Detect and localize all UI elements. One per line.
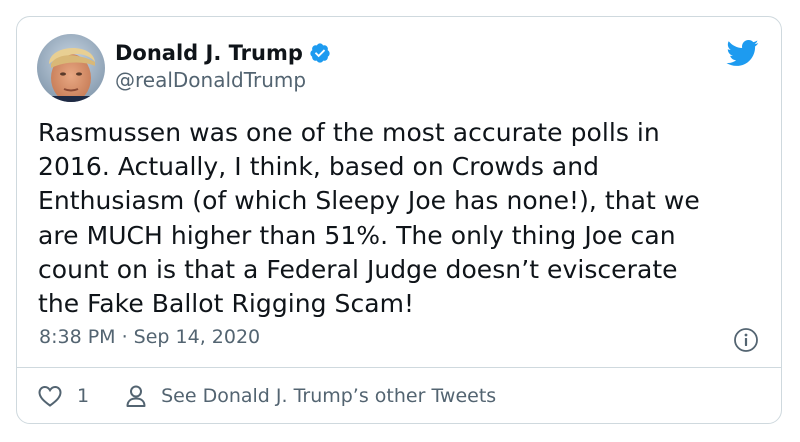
divider [17, 367, 781, 368]
see-other-tweets-label: See Donald J. Trump’s other Tweets [161, 385, 497, 407]
heart-icon [37, 384, 63, 408]
like-count: 1 [77, 385, 90, 407]
tweet-text: Rasmussen was one of the most accurate p… [38, 118, 700, 319]
tweet-card[interactable]: Donald J. Trump @realDonaldTrump Rasmuss… [16, 16, 782, 424]
display-name[interactable]: Donald J. Trump [115, 41, 303, 65]
avatar-image [37, 34, 105, 102]
info-icon[interactable] [733, 327, 759, 353]
avatar[interactable] [37, 34, 105, 102]
tweet-timestamp[interactable]: 8:38 PM · Sep 14, 2020 [39, 326, 260, 348]
verified-badge-icon [309, 42, 331, 64]
like-button[interactable]: 1 [37, 384, 89, 408]
author-name-row[interactable]: Donald J. Trump [115, 39, 331, 67]
tweet-actions: 1 See Donald J. Trump’s other Tweets [37, 381, 496, 411]
person-icon [125, 384, 147, 408]
twitter-bird-icon[interactable] [725, 39, 759, 67]
author-handle[interactable]: @realDonaldTrump [115, 68, 306, 92]
see-other-tweets-link[interactable]: See Donald J. Trump’s other Tweets [125, 384, 496, 408]
